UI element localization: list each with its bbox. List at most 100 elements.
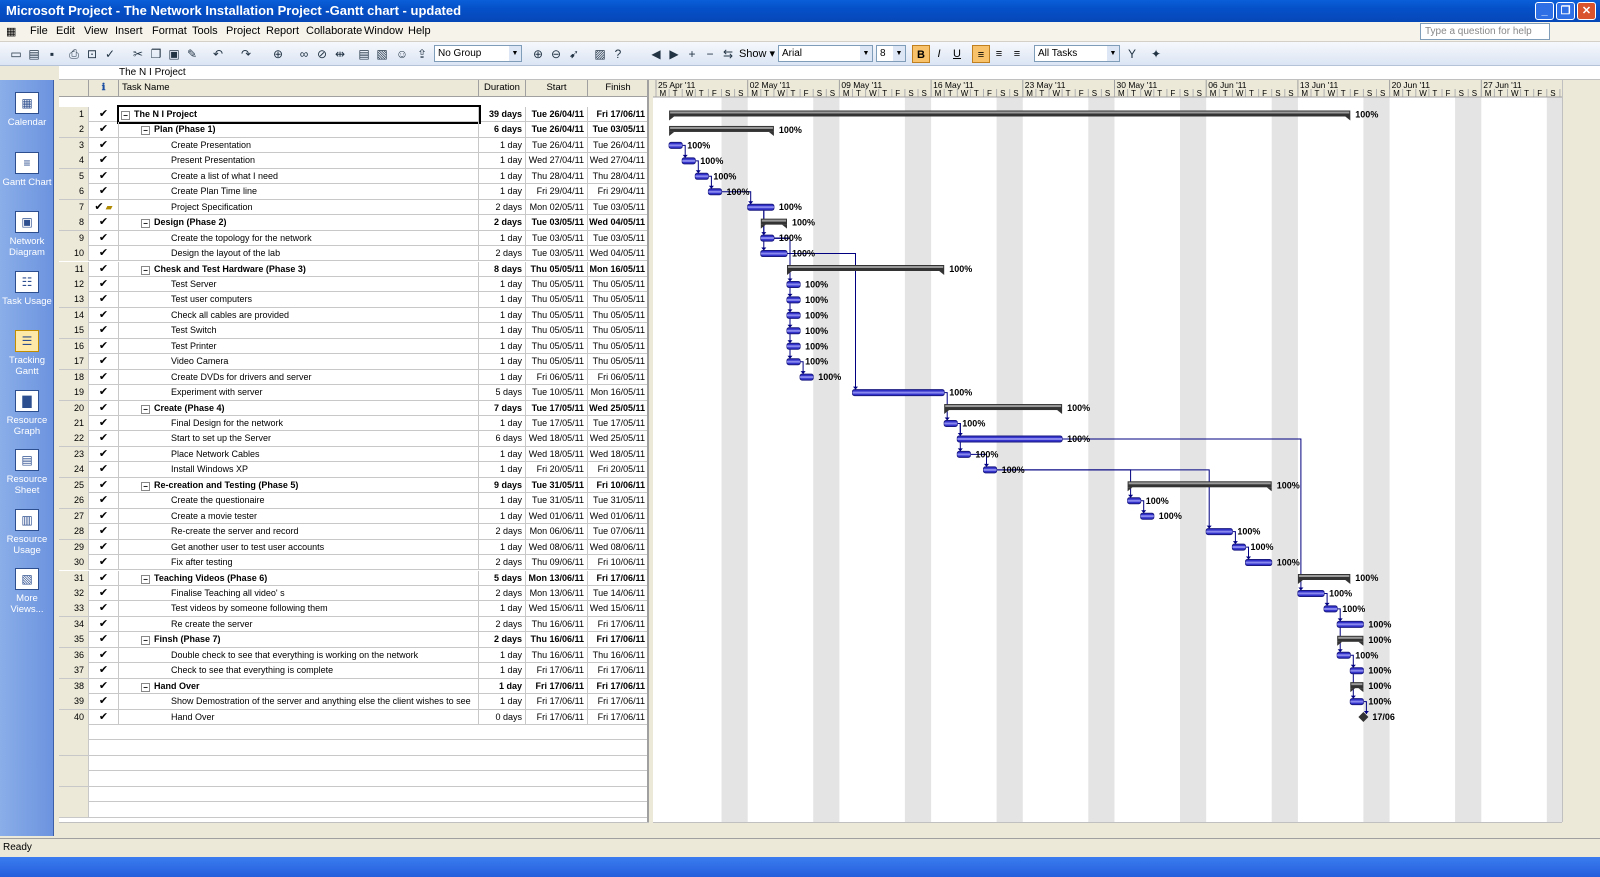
view-resource-graph[interactable]: ▇ Resource Graph xyxy=(0,389,54,437)
view-more-views[interactable]: ▧ More Views... xyxy=(0,568,54,615)
menu-format[interactable]: Format xyxy=(152,25,187,37)
duration-cell[interactable]: 1 day xyxy=(479,338,526,354)
duration-cell[interactable]: 1 day xyxy=(479,323,526,339)
hide-subtasks-icon[interactable]: − xyxy=(702,46,718,62)
finish-cell[interactable]: Fri 17/06/11 xyxy=(588,617,647,632)
finish-cell[interactable]: Fri 20/05/11 xyxy=(588,462,647,477)
start-cell[interactable]: Thu 05/05/11 xyxy=(526,292,588,308)
duration-cell[interactable]: 1 day xyxy=(479,539,526,555)
task-name-cell[interactable]: Fix after testing xyxy=(119,555,479,571)
finish-cell[interactable]: Tue 31/05/11 xyxy=(588,493,647,508)
collapse-icon[interactable]: − xyxy=(141,682,150,692)
empty-row[interactable] xyxy=(59,771,647,787)
task-name-cell[interactable]: Create a list of what I need xyxy=(119,168,479,184)
task-row[interactable]: 37 ✔ Check to see that everything is compl… xyxy=(59,663,647,679)
duration-cell[interactable]: 1 day xyxy=(479,307,526,323)
start-cell[interactable]: Fri 29/04/11 xyxy=(526,184,588,200)
duration-cell[interactable]: 1 day xyxy=(479,694,526,710)
task-row[interactable]: 14 ✔ Check all cables are provided 1 day Thu… xyxy=(59,307,647,324)
duration-cell[interactable]: 1 day xyxy=(479,446,526,462)
finish-cell[interactable]: Tue 03/05/11 xyxy=(588,200,647,215)
row-id[interactable]: 3 xyxy=(59,137,89,153)
task-name-cell[interactable]: − The N I Project xyxy=(117,105,481,124)
task-row[interactable]: 35 ✔ − Finsh (Phase 7) 2 days Thu 16/06/11 Fri… xyxy=(59,632,647,648)
finish-cell[interactable]: Tue 26/04/11 xyxy=(588,138,647,153)
start-cell[interactable]: Tue 10/05/11 xyxy=(526,385,588,401)
start-cell[interactable]: Tue 03/05/11 xyxy=(526,246,588,262)
redo-icon[interactable]: ↷ xyxy=(238,46,254,62)
finish-cell[interactable]: Tue 07/06/11 xyxy=(588,524,647,539)
start-cell[interactable]: Tue 17/05/11 xyxy=(526,416,588,431)
row-id[interactable]: 30 xyxy=(59,555,89,571)
finish-cell[interactable]: Thu 28/04/11 xyxy=(588,169,647,184)
row-id[interactable] xyxy=(59,771,89,787)
task-row[interactable]: 17 ✔ Video Camera 1 day Thu 05/05/11 Thu 05/0… xyxy=(59,354,647,370)
view-task-usage[interactable]: ☷ Task Usage xyxy=(0,270,54,307)
task-name-cell[interactable]: Experiment with server xyxy=(119,385,479,401)
finish-cell[interactable]: Thu 05/05/11 xyxy=(588,354,647,369)
format-painter-icon[interactable]: ✎ xyxy=(184,46,200,62)
print-icon[interactable]: ⎙ xyxy=(66,46,82,62)
start-cell[interactable]: Thu 05/05/11 xyxy=(526,261,588,277)
spelling-icon[interactable]: ✓ xyxy=(102,46,118,62)
start-cell[interactable]: Fri 06/05/11 xyxy=(526,369,588,385)
task-row[interactable]: 40 ✔ Hand Over 0 days Fri 17/06/11 Fri 17/06/… xyxy=(59,709,647,725)
view-resource-usage[interactable]: ▥ Resource Usage xyxy=(0,508,54,556)
row-id[interactable]: 7 xyxy=(59,199,89,215)
row-id[interactable]: 17 xyxy=(59,354,89,370)
row-id[interactable]: 38 xyxy=(59,678,89,694)
finish-cell[interactable]: Fri 17/06/11 xyxy=(588,663,647,678)
task-name-cell[interactable]: Test Server xyxy=(119,276,479,292)
finish-cell[interactable]: Tue 17/05/11 xyxy=(588,416,647,431)
empty-row[interactable] xyxy=(59,725,647,741)
start-cell[interactable]: Tue 31/05/11 xyxy=(526,477,588,493)
task-name-cell[interactable]: Create the questionaire xyxy=(119,493,479,509)
task-row[interactable]: 31 ✔ − Teaching Videos (Phase 6) 5 days Mon 1… xyxy=(59,570,647,586)
start-cell[interactable]: Tue 26/04/11 xyxy=(526,137,588,153)
task-name-cell[interactable]: − Design (Phase 2) xyxy=(119,215,479,231)
task-name-cell[interactable]: Create DVDs for drivers and server xyxy=(119,369,479,385)
finish-cell[interactable]: Thu 05/05/11 xyxy=(588,308,647,323)
task-row[interactable]: 26 ✔ Create the questionaire 1 day Tue 31/05… xyxy=(59,493,647,509)
task-row[interactable]: 25 ✔ − Re-creation and Testing (Phase 5) 9 d… xyxy=(59,477,647,494)
task-name-cell[interactable]: − Finsh (Phase 7) xyxy=(119,632,479,648)
app-icon[interactable]: ▦ xyxy=(6,25,16,38)
start-cell[interactable]: Fri 17/06/11 xyxy=(526,694,588,710)
undo-icon[interactable]: ↶ xyxy=(210,46,226,62)
start-column-header[interactable]: Start xyxy=(526,80,588,97)
assign-resources-icon[interactable]: ☺ xyxy=(394,46,410,62)
start-cell[interactable]: Thu 16/06/11 xyxy=(526,616,588,632)
duration-cell[interactable]: 6 days xyxy=(479,431,526,447)
menu-project[interactable]: Project xyxy=(226,25,260,37)
help-question-input[interactable]: Type a question for help xyxy=(1420,23,1550,40)
duration-cell[interactable]: 5 days xyxy=(479,570,526,586)
start-cell[interactable]: Thu 05/05/11 xyxy=(526,276,588,292)
finish-cell[interactable]: Fri 10/06/11 xyxy=(588,555,647,570)
finish-cell[interactable]: Wed 01/06/11 xyxy=(588,509,647,524)
row-id[interactable]: 26 xyxy=(59,493,89,509)
start-cell[interactable]: Tue 03/05/11 xyxy=(526,215,588,231)
row-id[interactable]: 28 xyxy=(59,524,89,540)
finish-cell[interactable]: Tue 14/06/11 xyxy=(588,586,647,601)
task-row[interactable]: 6 ✔ Create Plan Time line 1 day Fri 29/04/11… xyxy=(59,184,647,200)
task-name-cell[interactable]: Final Design for the network xyxy=(119,416,479,431)
row-id[interactable] xyxy=(59,786,89,802)
duration-cell[interactable]: 1 day xyxy=(479,416,526,431)
task-row[interactable]: 28 ✔ Re-create the server and record 2 days… xyxy=(59,524,647,540)
task-name-cell[interactable]: Test Printer xyxy=(119,338,479,354)
menu-tools[interactable]: Tools xyxy=(192,25,218,37)
menu-report[interactable]: Report xyxy=(266,25,299,37)
task-name-cell[interactable]: − Create (Phase 4) xyxy=(119,400,479,416)
task-row[interactable]: 8 ✔ − Design (Phase 2) 2 days Tue 03/05/11 Wed… xyxy=(59,215,647,231)
duration-cell[interactable]: 2 days xyxy=(479,215,526,231)
filter-select[interactable]: All Tasks ▼ xyxy=(1034,45,1120,62)
duration-cell[interactable]: 1 day xyxy=(479,663,526,679)
row-id[interactable]: 29 xyxy=(59,539,89,555)
start-cell[interactable]: Tue 17/05/11 xyxy=(526,400,588,416)
row-id[interactable]: 22 xyxy=(59,431,89,447)
task-name-cell[interactable]: Test videos by someone following them xyxy=(119,601,479,617)
duration-cell[interactable]: 2 days xyxy=(479,246,526,262)
start-cell[interactable]: Thu 16/06/11 xyxy=(526,647,588,663)
collapse-icon[interactable]: − xyxy=(141,265,150,275)
row-id[interactable]: 12 xyxy=(59,276,89,292)
